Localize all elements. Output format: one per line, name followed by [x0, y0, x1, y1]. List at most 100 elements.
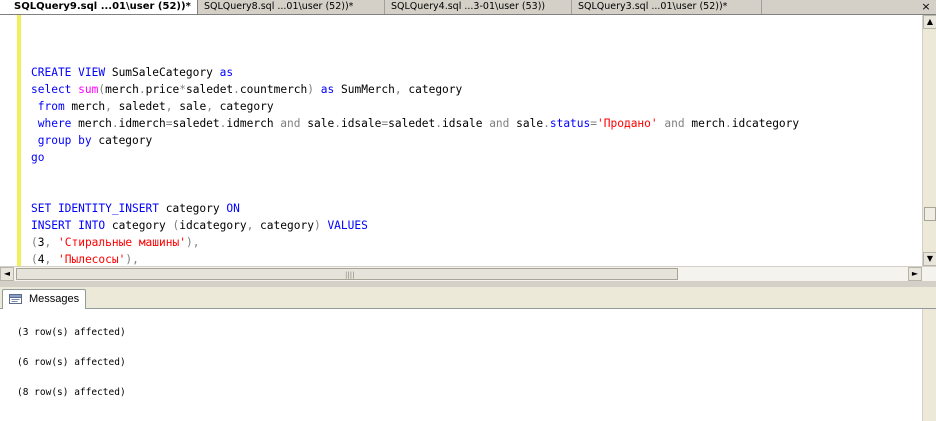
- tab-label: SQLQuery9.sql ...01\user (52))*: [14, 1, 191, 12]
- code-token: ): [313, 219, 321, 232]
- code-line: INSERT INTO category (idcategory, catego…: [31, 217, 799, 234]
- arrow-down-icon: ▼: [926, 254, 934, 263]
- code-token: where: [31, 117, 72, 130]
- code-token: .: [233, 83, 240, 96]
- tab-sqlquery3[interactable]: SQLQuery3.sql ...01\user (52))*: [572, 0, 762, 14]
- code-line: SET IDENTITY_INSERT category ON: [31, 200, 799, 217]
- code-token: saledet: [186, 83, 234, 96]
- code-line: group by category: [31, 132, 799, 149]
- tab-sqlquery8[interactable]: SQLQuery8.sql ...01\user (52))*: [198, 0, 385, 14]
- code-line: (4, 'Пылесосы'),: [31, 251, 799, 266]
- code-token: =: [165, 117, 173, 130]
- code-token: *: [179, 83, 187, 96]
- code-token: ON: [226, 202, 240, 215]
- code-token: sale: [300, 117, 335, 130]
- code-token: SET IDENTITY_INSERT: [31, 202, 159, 215]
- message-line: (6 row(s) affected): [17, 357, 126, 368]
- code-token: ,: [394, 83, 402, 96]
- code-token: price: [145, 83, 180, 96]
- code-token: CREATE VIEW: [31, 66, 106, 79]
- query-editor[interactable]: CREATE VIEW SumSaleCategory as select sum…: [0, 15, 922, 266]
- tab-label: SQLQuery8.sql ...01\user (52))*: [204, 1, 354, 12]
- code-token: 'Пылесосы': [58, 253, 126, 266]
- code-token: saledet: [111, 100, 166, 113]
- code-token: idcategory: [731, 117, 800, 130]
- editor-horizontal-scrollbar[interactable]: ◄ |||| ►: [0, 266, 936, 281]
- code-token: as: [219, 66, 234, 79]
- message-line: (3 row(s) affected): [17, 327, 126, 338]
- code-token: merch: [105, 83, 139, 96]
- code-token: saledet: [388, 117, 436, 130]
- tab-label: SQLQuery3.sql ...01\user (52))*: [578, 1, 728, 12]
- code-token: from: [31, 100, 65, 113]
- code-token: VALUES: [327, 219, 368, 232]
- code-token: saledet: [172, 117, 220, 130]
- messages-icon: [9, 294, 22, 304]
- code-token: INSERT INTO: [31, 219, 106, 232]
- code-token: and: [664, 117, 685, 130]
- scroll-up-button[interactable]: ▲: [923, 15, 936, 29]
- code-token: merch: [71, 117, 112, 130]
- tab-messages[interactable]: Messages: [2, 289, 86, 309]
- arrow-left-icon: ◄: [3, 269, 11, 278]
- close-icon: ×: [921, 0, 931, 13]
- code-token: countmerch: [239, 83, 308, 96]
- code-token: 'Стиральные машины': [58, 236, 186, 249]
- code-line: from merch, saledet, sale, category: [31, 98, 799, 115]
- scroll-left-button[interactable]: ◄: [0, 267, 14, 281]
- code-token: idsale: [340, 117, 382, 130]
- code-token: sale: [172, 100, 207, 113]
- code-token: category: [91, 134, 153, 147]
- code-token: SumSaleCategory: [105, 66, 220, 79]
- vertical-scroll-thumb[interactable]: [924, 207, 936, 221]
- code-token: and: [280, 117, 301, 130]
- code-token: =: [590, 117, 598, 130]
- code-token: category: [401, 83, 463, 96]
- code-token: as: [320, 83, 335, 96]
- editor-vertical-scrollbar[interactable]: ▲ ▼: [922, 15, 936, 266]
- results-tab-bar: Messages: [0, 287, 936, 309]
- code-line: go: [31, 149, 799, 166]
- code-line: where merch.idmerch=saledet.idmerch and …: [31, 115, 799, 132]
- code-token: 4: [37, 253, 45, 266]
- code-token: ,: [105, 100, 112, 113]
- tab-sqlquery9[interactable]: SQLQuery9.sql ...01\user (52))*: [0, 0, 198, 14]
- code-token: idmerch: [226, 117, 281, 130]
- tab-sqlquery4[interactable]: SQLQuery4.sql ...3-01\user (53)): [385, 0, 572, 14]
- code-token: SumMerch: [334, 83, 395, 96]
- code-token: idcategory: [179, 219, 247, 232]
- code-token: sale: [509, 117, 544, 130]
- code-token: 3: [37, 236, 45, 249]
- sql-code[interactable]: CREATE VIEW SumSaleCategory as select sum…: [31, 64, 799, 266]
- messages-vertical-scrollbar[interactable]: [922, 309, 936, 421]
- horizontal-scroll-thumb[interactable]: ||||: [16, 268, 678, 280]
- scroll-down-button[interactable]: ▼: [923, 252, 936, 266]
- code-token: category: [253, 219, 314, 232]
- code-token: .: [138, 83, 146, 96]
- code-token: .: [111, 117, 119, 130]
- code-token: merch: [684, 117, 726, 130]
- code-token: idsale: [442, 117, 490, 130]
- arrow-up-icon: ▲: [926, 17, 934, 26]
- code-token: status: [549, 117, 591, 130]
- code-line: select sum(merch.price*saledet.countmerc…: [31, 81, 799, 98]
- scroll-right-button[interactable]: ►: [908, 267, 922, 281]
- tab-messages-label: Messages: [29, 293, 80, 305]
- code-token: ,: [165, 100, 173, 113]
- code-line: (3, 'Стиральные машины'),: [31, 234, 799, 251]
- code-token: group by: [31, 134, 92, 147]
- messages-pane[interactable]: (3 row(s) affected) (6 row(s) affected) …: [0, 309, 922, 421]
- code-token: .: [543, 117, 550, 130]
- code-token: ,: [206, 100, 213, 113]
- code-token: category: [212, 100, 274, 113]
- code-token: .: [334, 117, 341, 130]
- code-token: category: [105, 219, 173, 232]
- code-line: CREATE VIEW SumSaleCategory as: [31, 64, 799, 81]
- grip-icon: ||||: [345, 271, 355, 279]
- code-token: 'Продано': [597, 117, 658, 130]
- close-tab-button[interactable]: ×: [920, 0, 932, 14]
